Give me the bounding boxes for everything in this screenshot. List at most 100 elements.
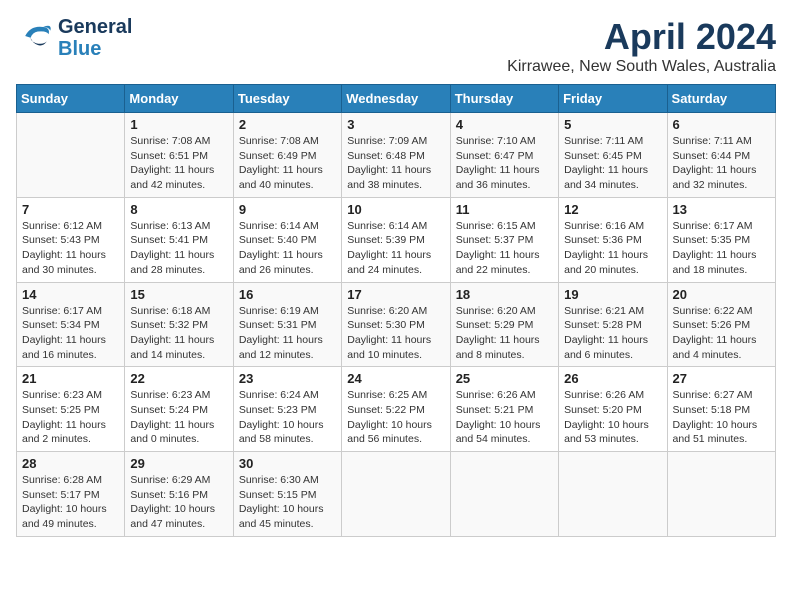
calendar-cell: 26Sunrise: 6:26 AMSunset: 5:20 PMDayligh… (559, 367, 667, 452)
calendar-cell: 28 Sunrise: 6:28 AMSunset: 5:17 PMDayligh… (17, 452, 125, 537)
day-number: 25 (456, 371, 553, 386)
day-number: 28 (22, 456, 119, 471)
day-info: Sunrise: 7:11 AMSunset: 6:45 PMDaylight:… (564, 134, 661, 193)
calendar-cell (342, 452, 450, 537)
calendar-cell: 22 Sunrise: 6:23 AMSunset: 5:24 PMDayligh… (125, 367, 233, 452)
day-info: Sunrise: 6:22 AMSunset: 5:26 PMDaylight:… (673, 304, 770, 363)
day-number: 22 (130, 371, 227, 386)
calendar-cell: 14Sunrise: 6:17 AMSunset: 5:34 PMDayligh… (17, 282, 125, 367)
calendar-cell (667, 452, 775, 537)
calendar-cell: 7 Sunrise: 6:12 AMSunset: 5:43 PMDaylight… (17, 197, 125, 282)
day-number: 10 (347, 202, 444, 217)
calendar-cell: 13 Sunrise: 6:17 AMSunset: 5:35 PMDayligh… (667, 197, 775, 282)
calendar-cell: 18Sunrise: 6:20 AMSunset: 5:29 PMDayligh… (450, 282, 558, 367)
calendar-cell: 29 Sunrise: 6:29 AMSunset: 5:16 PMDayligh… (125, 452, 233, 537)
calendar-cell: 15 Sunrise: 6:18 AMSunset: 5:32 PMDayligh… (125, 282, 233, 367)
day-info: Sunrise: 7:11 AMSunset: 6:44 PMDaylight:… (673, 134, 770, 193)
logo-text-general: General (58, 16, 132, 38)
calendar-cell: 21Sunrise: 6:23 AMSunset: 5:25 PMDayligh… (17, 367, 125, 452)
day-number: 2 (239, 117, 336, 132)
calendar-cell: 12 Sunrise: 6:16 AMSunset: 5:36 PMDayligh… (559, 197, 667, 282)
day-info: Sunrise: 6:13 AMSunset: 5:41 PMDaylight:… (130, 219, 227, 278)
day-info: Sunrise: 6:26 AMSunset: 5:21 PMDaylight:… (456, 388, 553, 447)
page-header: General Blue April 2024 Kirrawee, New So… (16, 16, 776, 76)
calendar-title-block: April 2024 Kirrawee, New South Wales, Au… (507, 16, 776, 76)
col-header-saturday: Saturday (667, 85, 775, 113)
calendar-cell: 20 Sunrise: 6:22 AMSunset: 5:26 PMDayligh… (667, 282, 775, 367)
day-info: Sunrise: 6:19 AMSunset: 5:31 PMDaylight:… (239, 304, 336, 363)
day-number: 9 (239, 202, 336, 217)
day-info: Sunrise: 7:09 AMSunset: 6:48 PMDaylight:… (347, 134, 444, 193)
day-info: Sunrise: 7:08 AMSunset: 6:49 PMDaylight:… (239, 134, 336, 193)
day-info: Sunrise: 6:25 AMSunset: 5:22 PMDaylight:… (347, 388, 444, 447)
day-number: 8 (130, 202, 227, 217)
col-header-sunday: Sunday (17, 85, 125, 113)
day-number: 17 (347, 287, 444, 302)
calendar-cell: 16Sunrise: 6:19 AMSunset: 5:31 PMDayligh… (233, 282, 341, 367)
logo-text-blue: Blue (58, 38, 132, 60)
day-number: 11 (456, 202, 553, 217)
calendar-week-row: 1 Sunrise: 7:08 AMSunset: 6:51 PMDaylight… (17, 113, 776, 198)
calendar-cell: 23Sunrise: 6:24 AMSunset: 5:23 PMDayligh… (233, 367, 341, 452)
calendar-header-row: SundayMondayTuesdayWednesdayThursdayFrid… (17, 85, 776, 113)
calendar-cell (17, 113, 125, 198)
calendar-cell: 3 Sunrise: 7:09 AMSunset: 6:48 PMDaylight… (342, 113, 450, 198)
day-number: 12 (564, 202, 661, 217)
day-info: Sunrise: 6:28 AMSunset: 5:17 PMDaylight:… (22, 473, 119, 532)
day-number: 4 (456, 117, 553, 132)
day-info: Sunrise: 6:14 AMSunset: 5:39 PMDaylight:… (347, 219, 444, 278)
day-number: 6 (673, 117, 770, 132)
calendar-cell: 4Sunrise: 7:10 AMSunset: 6:47 PMDaylight… (450, 113, 558, 198)
logo-icon (18, 18, 54, 54)
day-info: Sunrise: 6:21 AMSunset: 5:28 PMDaylight:… (564, 304, 661, 363)
calendar-cell: 8 Sunrise: 6:13 AMSunset: 5:41 PMDaylight… (125, 197, 233, 282)
calendar-week-row: 21Sunrise: 6:23 AMSunset: 5:25 PMDayligh… (17, 367, 776, 452)
calendar-table: SundayMondayTuesdayWednesdayThursdayFrid… (16, 84, 776, 537)
day-info: Sunrise: 6:24 AMSunset: 5:23 PMDaylight:… (239, 388, 336, 447)
day-number: 19 (564, 287, 661, 302)
col-header-friday: Friday (559, 85, 667, 113)
calendar-cell (559, 452, 667, 537)
day-info: Sunrise: 6:18 AMSunset: 5:32 PMDaylight:… (130, 304, 227, 363)
day-info: Sunrise: 6:14 AMSunset: 5:40 PMDaylight:… (239, 219, 336, 278)
day-info: Sunrise: 6:20 AMSunset: 5:30 PMDaylight:… (347, 304, 444, 363)
calendar-cell: 17 Sunrise: 6:20 AMSunset: 5:30 PMDayligh… (342, 282, 450, 367)
day-info: Sunrise: 7:08 AMSunset: 6:51 PMDaylight:… (130, 134, 227, 193)
calendar-cell (450, 452, 558, 537)
day-number: 3 (347, 117, 444, 132)
calendar-cell: 10 Sunrise: 6:14 AMSunset: 5:39 PMDayligh… (342, 197, 450, 282)
calendar-cell: 25 Sunrise: 6:26 AMSunset: 5:21 PMDayligh… (450, 367, 558, 452)
day-number: 13 (673, 202, 770, 217)
day-number: 18 (456, 287, 553, 302)
col-header-wednesday: Wednesday (342, 85, 450, 113)
calendar-cell: 1 Sunrise: 7:08 AMSunset: 6:51 PMDaylight… (125, 113, 233, 198)
calendar-subtitle: Kirrawee, New South Wales, Australia (507, 58, 776, 76)
day-number: 1 (130, 117, 227, 132)
day-number: 7 (22, 202, 119, 217)
day-number: 29 (130, 456, 227, 471)
day-info: Sunrise: 6:17 AMSunset: 5:35 PMDaylight:… (673, 219, 770, 278)
day-number: 5 (564, 117, 661, 132)
calendar-week-row: 28 Sunrise: 6:28 AMSunset: 5:17 PMDayligh… (17, 452, 776, 537)
calendar-cell: 2 Sunrise: 7:08 AMSunset: 6:49 PMDaylight… (233, 113, 341, 198)
day-number: 24 (347, 371, 444, 386)
day-info: Sunrise: 6:23 AMSunset: 5:24 PMDaylight:… (130, 388, 227, 447)
calendar-cell: 6 Sunrise: 7:11 AMSunset: 6:44 PMDaylight… (667, 113, 775, 198)
day-number: 21 (22, 371, 119, 386)
day-number: 15 (130, 287, 227, 302)
calendar-cell: 24 Sunrise: 6:25 AMSunset: 5:22 PMDayligh… (342, 367, 450, 452)
calendar-cell: 5 Sunrise: 7:11 AMSunset: 6:45 PMDaylight… (559, 113, 667, 198)
day-info: Sunrise: 6:30 AMSunset: 5:15 PMDaylight:… (239, 473, 336, 532)
calendar-week-row: 14Sunrise: 6:17 AMSunset: 5:34 PMDayligh… (17, 282, 776, 367)
day-info: Sunrise: 6:12 AMSunset: 5:43 PMDaylight:… (22, 219, 119, 278)
day-info: Sunrise: 6:16 AMSunset: 5:36 PMDaylight:… (564, 219, 661, 278)
calendar-cell: 11 Sunrise: 6:15 AMSunset: 5:37 PMDayligh… (450, 197, 558, 282)
day-number: 20 (673, 287, 770, 302)
calendar-cell: 9 Sunrise: 6:14 AMSunset: 5:40 PMDaylight… (233, 197, 341, 282)
calendar-cell: 19 Sunrise: 6:21 AMSunset: 5:28 PMDayligh… (559, 282, 667, 367)
day-info: Sunrise: 6:29 AMSunset: 5:16 PMDaylight:… (130, 473, 227, 532)
day-number: 26 (564, 371, 661, 386)
day-info: Sunrise: 6:15 AMSunset: 5:37 PMDaylight:… (456, 219, 553, 278)
calendar-title: April 2024 (507, 16, 776, 58)
logo: General Blue (16, 16, 132, 60)
